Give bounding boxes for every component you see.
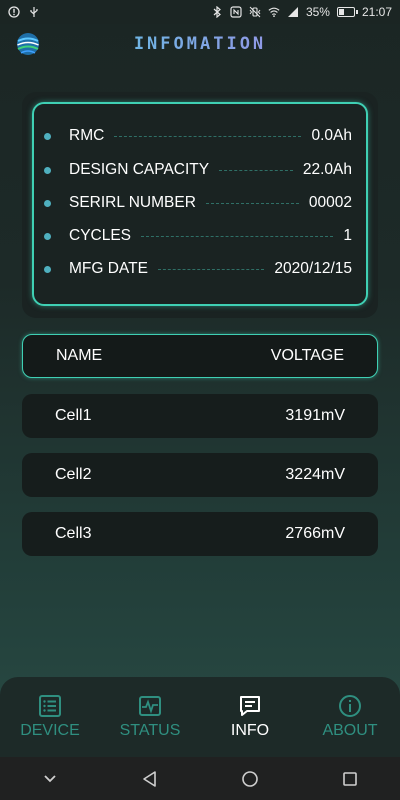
bullet-icon [44, 199, 51, 207]
info-value: 2020/12/15 [274, 260, 352, 277]
page-title: INFOMATION [0, 34, 400, 54]
info-icon [338, 694, 362, 718]
table-row: Cell3 2766mV [22, 512, 378, 556]
nav-tab-device[interactable]: DEVICE [0, 677, 100, 757]
list-icon [38, 694, 62, 718]
info-row-rmc: RMC 0.0Ah [44, 126, 352, 146]
nav-label: INFO [230, 722, 270, 739]
info-value: 22.0Ah [302, 161, 352, 178]
table-row: Cell1 3191mV [22, 394, 378, 438]
cell-voltage: 3224mV [285, 466, 345, 483]
cell-name: Cell2 [55, 466, 92, 483]
bullet-icon [44, 132, 51, 140]
cell-name: Cell3 [55, 525, 92, 542]
column-header-voltage: VOLTAGE [270, 347, 344, 364]
column-header-name: NAME [56, 347, 103, 364]
wifi-icon [268, 6, 280, 18]
dashed-leader [141, 235, 334, 237]
cell-voltage: 3191mV [285, 407, 345, 424]
info-row-mfg-date: MFG DATE 2020/12/15 [44, 259, 352, 279]
cell-table-header: NAME VOLTAGE [22, 334, 378, 378]
message-icon [238, 694, 262, 718]
system-nav-bar [0, 757, 400, 800]
status-bar: 35% 21:07 [0, 0, 400, 24]
nav-tab-about[interactable]: ABOUT [300, 677, 400, 757]
nav-tab-status[interactable]: STATUS [100, 677, 200, 757]
info-row-design-capacity: DESIGN CAPACITY 22.0Ah [44, 160, 352, 180]
nav-label: STATUS [119, 722, 181, 739]
info-label: SERIRL NUMBER [69, 194, 196, 211]
clock: 21:07 [361, 5, 392, 19]
info-value: 00002 [308, 194, 352, 211]
bullet-icon [44, 232, 51, 240]
table-row: Cell2 3224mV [22, 453, 378, 497]
nav-label: DEVICE [20, 722, 80, 739]
info-row-serial-number: SERIRL NUMBER 00002 [44, 193, 352, 213]
alert-icon [8, 6, 20, 18]
cell-voltage: 2766mV [285, 525, 345, 542]
info-value: 1 [343, 227, 352, 244]
chevron-down-icon[interactable] [38, 767, 62, 791]
bottom-nav: DEVICE STATUS INFO ABOUT [0, 677, 400, 757]
usb-icon [28, 6, 40, 18]
signal-icon [287, 6, 299, 18]
app-header: INFOMATION [0, 24, 400, 64]
info-label: DESIGN CAPACITY [69, 161, 210, 178]
bullet-icon [44, 166, 51, 174]
recents-icon[interactable] [338, 767, 362, 791]
dashed-leader [205, 202, 299, 204]
info-row-cycles: CYCLES 1 [44, 226, 352, 246]
info-value: 0.0Ah [311, 127, 352, 144]
battery-icon [336, 7, 358, 17]
home-icon[interactable] [238, 767, 262, 791]
nfc-icon [230, 6, 242, 18]
globe-logo-icon [14, 30, 42, 58]
battery-percent: 35% [305, 5, 330, 19]
pulse-icon [138, 694, 162, 718]
info-label: MFG DATE [69, 260, 148, 277]
dashed-leader [114, 135, 302, 137]
info-label: CYCLES [69, 227, 132, 244]
bluetooth-icon [211, 6, 223, 18]
bullet-icon [44, 265, 51, 273]
dashed-leader [157, 268, 265, 270]
nav-tab-info[interactable]: INFO [200, 677, 300, 757]
cell-name: Cell1 [55, 407, 92, 424]
dashed-leader [219, 169, 293, 171]
back-icon[interactable] [138, 767, 162, 791]
info-label: RMC [69, 127, 105, 144]
vibrate-icon [249, 6, 261, 18]
nav-label: ABOUT [322, 722, 378, 739]
info-card: RMC 0.0Ah DESIGN CAPACITY 22.0Ah SERIRL … [22, 92, 378, 318]
